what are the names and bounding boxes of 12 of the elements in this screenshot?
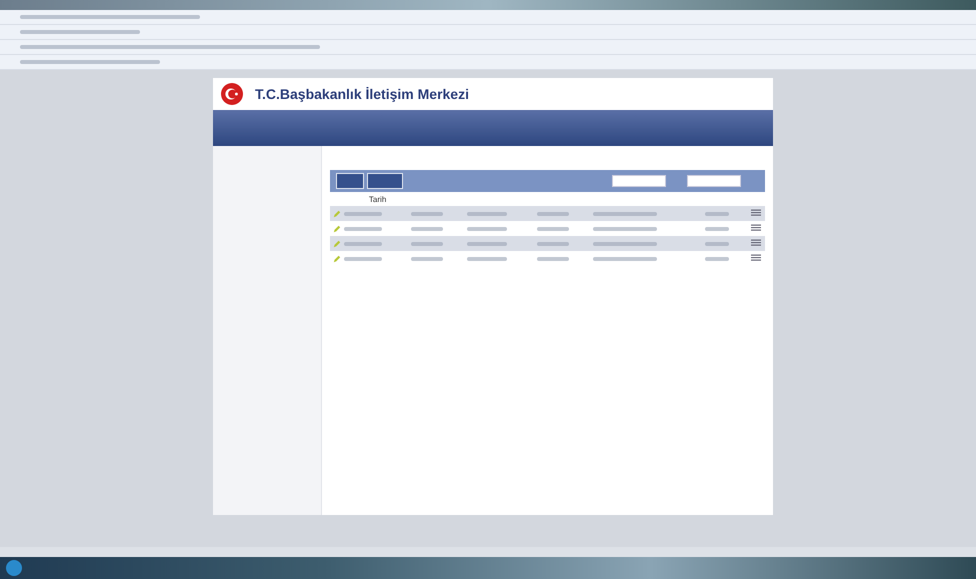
crescent-star-logo <box>221 83 243 105</box>
start-icon[interactable] <box>6 560 22 576</box>
toolbar-button[interactable] <box>336 173 364 189</box>
list-icon[interactable] <box>751 209 761 218</box>
column-header: Tarih <box>368 194 386 204</box>
filter-field[interactable] <box>687 175 741 187</box>
site-title: T.C.Başbakanlık İletişim Merkezi <box>255 86 469 102</box>
list-icon[interactable] <box>751 254 761 263</box>
filter-field[interactable] <box>612 175 666 187</box>
list-icon[interactable] <box>751 224 761 233</box>
toolbar-button[interactable] <box>367 173 403 189</box>
list-icon[interactable] <box>751 239 761 248</box>
